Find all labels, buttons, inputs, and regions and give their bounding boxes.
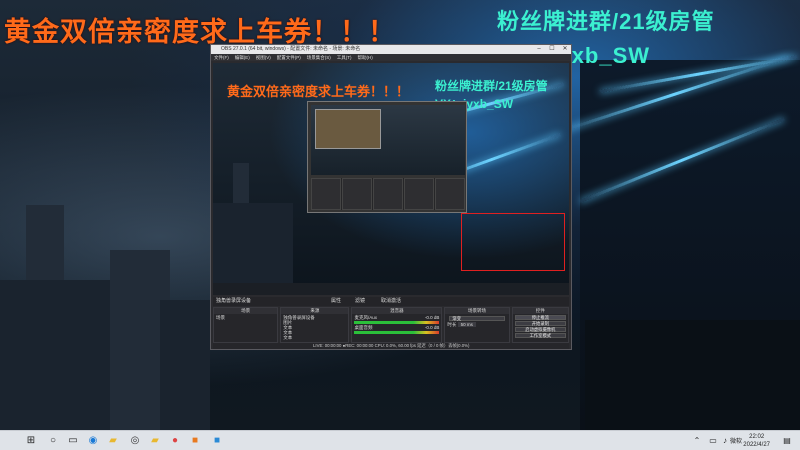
controls-header: 控件 bbox=[512, 308, 568, 314]
desktop-wallpaper: 黄金双倍亲密度求上车券！！！ 粉丝牌进群/21级房管 VX：jyxb_SW OB… bbox=[0, 0, 800, 430]
menu-scene-collection[interactable]: 场景集合(S) bbox=[307, 54, 331, 61]
notification-icon[interactable]: ▤ bbox=[780, 434, 794, 448]
edge-icon[interactable]: ◉ bbox=[86, 434, 100, 448]
nested-preview bbox=[311, 105, 465, 175]
search-icon[interactable]: ○ bbox=[46, 434, 60, 448]
nested-docks bbox=[311, 178, 465, 210]
maximize-icon[interactable]: ☐ bbox=[546, 45, 558, 54]
virtual-camera-button[interactable]: 启动虚拟摄像机 bbox=[514, 327, 566, 332]
obs-title: OBS 27.0.1 (64 bit, windows) - 配置文件: 未命名… bbox=[221, 46, 361, 52]
status-bar: LIVE: 00:00:00 ●REC: 00:00:00 CPU: 0.0%,… bbox=[213, 343, 569, 349]
duration-input[interactable]: 50 ms bbox=[457, 322, 476, 327]
preview-cyan-line1: 粉丝牌进群/21级房管 bbox=[435, 79, 548, 93]
app-icon[interactable]: ■ bbox=[210, 434, 224, 448]
clock[interactable]: 22:02 2022/4/27 bbox=[743, 433, 770, 449]
close-icon[interactable]: ✕ bbox=[559, 45, 571, 54]
windows-start-icon[interactable]: ⊞ bbox=[24, 434, 38, 448]
obs-menu-bar: 文件(F) 编辑(E) 视图(V) 配置文件(P) 场景集合(S) 工具(T) … bbox=[211, 54, 571, 61]
obs-preview[interactable]: 黄金双倍亲密度求上车券！！！ 粉丝牌进群/21级房管 VX：jyxb_SW bbox=[213, 63, 569, 295]
obs-icon[interactable]: ◎ bbox=[128, 434, 142, 448]
scenes-dock: 场景 场景 bbox=[213, 307, 279, 343]
studio-mode-button[interactable]: 工作室模式 bbox=[514, 333, 566, 338]
properties-button[interactable]: 属性 bbox=[331, 297, 341, 306]
source-item[interactable]: 文本 bbox=[283, 335, 346, 340]
filters-button[interactable]: 滤镜 bbox=[355, 297, 365, 306]
stop-streaming-button[interactable]: 停止推流 bbox=[514, 315, 566, 320]
source-selection-box[interactable] bbox=[461, 213, 565, 271]
transition-select[interactable]: 渐变 bbox=[449, 316, 505, 321]
menu-tools[interactable]: 工具(T) bbox=[337, 54, 352, 61]
menu-edit[interactable]: 编辑(E) bbox=[235, 54, 250, 61]
minimize-icon[interactable]: – bbox=[533, 45, 545, 54]
menu-help[interactable]: 帮助(H) bbox=[358, 54, 373, 61]
tray-chevron-icon[interactable]: ⌃ bbox=[690, 434, 704, 448]
folder-icon[interactable]: ▰ bbox=[148, 434, 162, 448]
overlay-cyan-line1: 粉丝牌进群/21级房管 bbox=[497, 9, 715, 34]
building bbox=[160, 300, 210, 430]
controls-dock: 控件 停止推流 开始录制 启动虚拟摄像机 工作室模式 bbox=[511, 307, 569, 343]
obs-title-bar[interactable]: OBS 27.0.1 (64 bit, windows) - 配置文件: 未命名… bbox=[211, 45, 571, 54]
mixer-channel-name: 桌面音频 bbox=[354, 325, 373, 330]
scene-item[interactable]: 场景 bbox=[216, 315, 275, 320]
start-recording-button[interactable]: 开始录制 bbox=[514, 321, 566, 326]
preview-taskbar bbox=[213, 283, 569, 295]
clock-time: 22:02 bbox=[749, 434, 765, 440]
menu-file[interactable]: 文件(F) bbox=[214, 54, 229, 61]
volume-meter bbox=[354, 331, 440, 334]
task-view-icon[interactable]: ▭ bbox=[66, 434, 80, 448]
clock-date: 2022/4/27 bbox=[743, 442, 770, 448]
source-name: 独角兽录屏设备 bbox=[216, 298, 252, 304]
building bbox=[213, 203, 293, 283]
obs-docks: 场景 场景 来源 独角兽录屏设备 图片 文本 文本 文本 混音器 麦克风/Aux… bbox=[213, 307, 569, 343]
duration-label: 时长 bbox=[447, 322, 457, 327]
mixer-channel-name: 麦克风/Aux bbox=[354, 315, 377, 320]
volume-meter bbox=[354, 321, 440, 324]
obs-window[interactable]: OBS 27.0.1 (64 bit, windows) - 配置文件: 未命名… bbox=[210, 44, 572, 350]
nested-obs-capture bbox=[307, 101, 467, 213]
transitions-dock: 场景转场 渐变 时长 50 ms bbox=[444, 307, 510, 343]
chrome-icon[interactable]: ● bbox=[168, 434, 182, 448]
mixer-level: -0.0 dB bbox=[424, 315, 440, 320]
preview-red-text: 黄金双倍亲密度求上车券！！！ bbox=[227, 84, 410, 99]
menu-profile[interactable]: 配置文件(P) bbox=[277, 54, 301, 61]
ime-indicator[interactable]: 微软 bbox=[730, 436, 742, 445]
file-explorer-icon[interactable]: ▰ bbox=[106, 434, 120, 448]
nested-inner-capture bbox=[315, 109, 381, 149]
sources-dock: 来源 独角兽录屏设备 图片 文本 文本 文本 bbox=[280, 307, 350, 343]
source-toolbar: 独角兽录屏设备 属性 滤镜 取消激活 bbox=[213, 297, 569, 306]
deactivate-button[interactable]: 取消激活 bbox=[381, 297, 401, 306]
app-icon[interactable]: ■ bbox=[188, 434, 202, 448]
taskbar: ⊞ ○ ▭ ◉ ▰ ◎ ▰ ● ■ ■ ⌃ ▭ ♪ 微软 22:02 2022/… bbox=[0, 430, 800, 450]
menu-view[interactable]: 视图(V) bbox=[256, 54, 271, 61]
railing bbox=[585, 320, 800, 430]
building bbox=[0, 280, 120, 430]
mixer-dock: 混音器 麦克风/Aux -0.0 dB 桌面音频 -0.0 dB bbox=[351, 307, 443, 343]
mixer-level: -0.0 dB bbox=[424, 325, 440, 330]
